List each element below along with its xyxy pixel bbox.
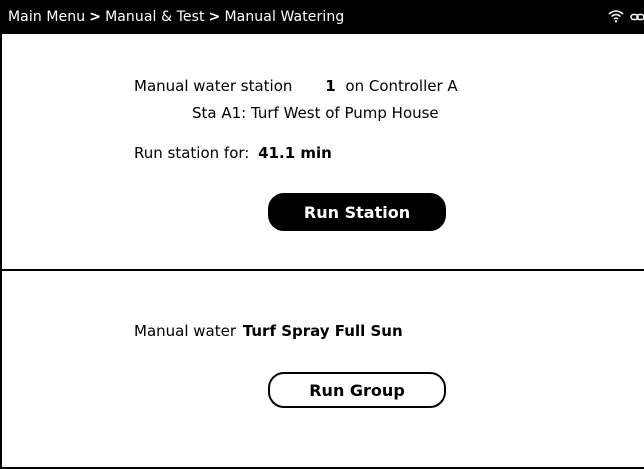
run-group-button[interactable]: Run Group bbox=[268, 372, 446, 408]
breadcrumb: Main Menu > Manual & Test > Manual Watering bbox=[2, 9, 344, 25]
breadcrumb-manual-watering: Manual Watering bbox=[224, 9, 345, 25]
group-prefix: Manual water bbox=[134, 322, 237, 340]
breadcrumb-separator: > bbox=[89, 9, 102, 25]
breadcrumb-manual-test[interactable]: Manual & Test bbox=[105, 9, 205, 25]
station-line: Manual water station 1 on Controller A bbox=[134, 77, 458, 95]
run-time-line: Run station for: 41.1 min bbox=[134, 144, 332, 162]
station-prefix: Manual water station bbox=[134, 77, 293, 95]
breadcrumb-separator: > bbox=[208, 9, 221, 25]
wifi-icon bbox=[608, 9, 624, 27]
status-icons bbox=[608, 9, 644, 27]
title-bar: Main Menu > Manual & Test > Manual Watering bbox=[2, 0, 644, 34]
station-name: Sta A1: Turf West of Pump House bbox=[192, 104, 439, 122]
controller-text: on Controller A bbox=[345, 77, 458, 95]
group-line: Manual water Turf Spray Full Sun bbox=[134, 322, 403, 340]
manual-watering-screen: Main Menu > Manual & Test > Manual Watering … bbox=[0, 0, 644, 469]
breadcrumb-main-menu[interactable]: Main Menu bbox=[8, 9, 85, 25]
run-station-button[interactable]: Run Station bbox=[268, 193, 446, 231]
link-icon bbox=[630, 10, 644, 26]
section-divider bbox=[2, 269, 644, 271]
station-number[interactable]: 1 bbox=[325, 77, 335, 95]
run-time-label: Run station for: bbox=[134, 144, 250, 162]
group-name[interactable]: Turf Spray Full Sun bbox=[243, 322, 403, 340]
run-time-value[interactable]: 41.1 min bbox=[258, 144, 332, 162]
